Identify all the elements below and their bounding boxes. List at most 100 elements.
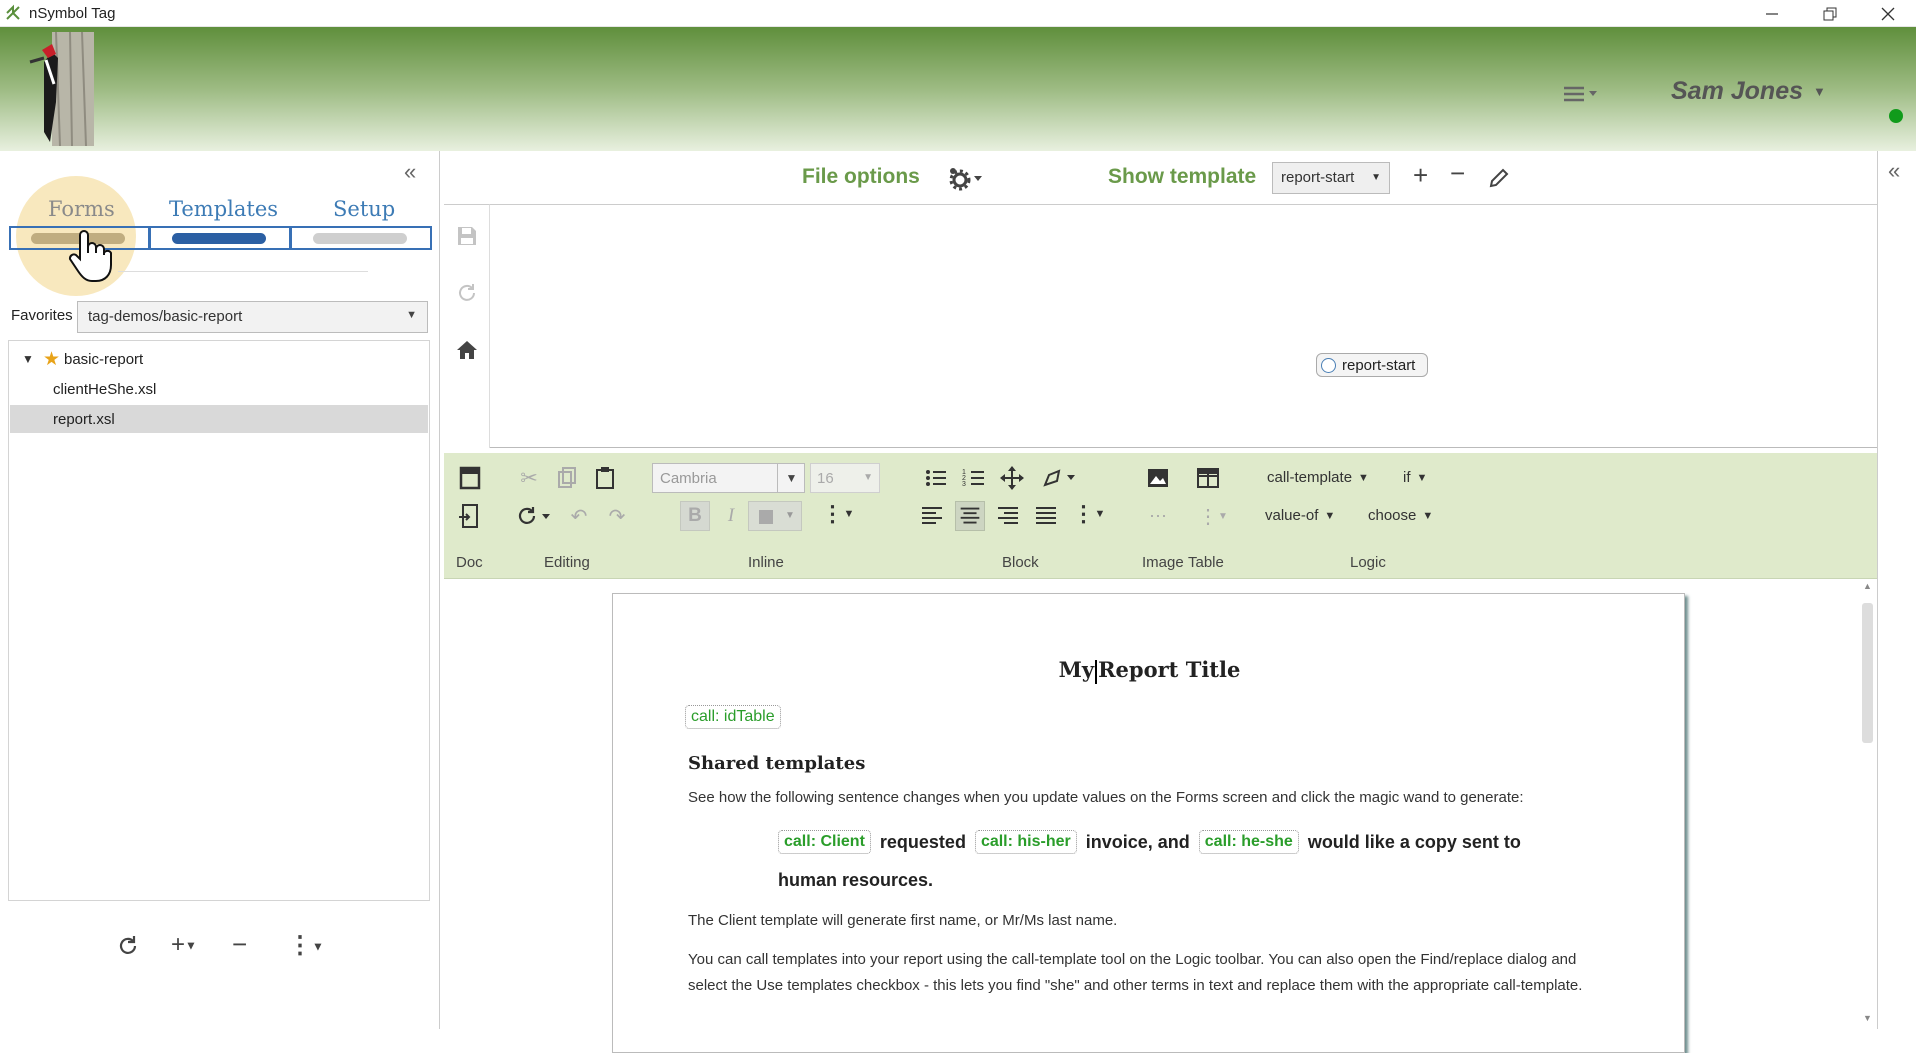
copy-icon[interactable]	[552, 463, 582, 493]
paste-icon[interactable]	[590, 463, 620, 493]
paragraph-1: See how the following sentence changes w…	[688, 789, 1524, 806]
chevron-down-icon: ▼	[185, 938, 197, 953]
add-template-button[interactable]: +	[1413, 160, 1428, 191]
chevron-down-icon: ▼	[1416, 471, 1428, 484]
svg-text:3: 3	[962, 481, 966, 488]
inline-more-icon[interactable]: ⋮ ▼	[818, 499, 858, 529]
right-collapsed-panel: «	[1877, 151, 1916, 1029]
tree-item-file-selected[interactable]: report.xsl	[10, 405, 428, 433]
word-invoice: invoice, and	[1085, 831, 1190, 852]
close-button[interactable]	[1864, 0, 1912, 27]
if-dropdown[interactable]: if ▼	[1403, 469, 1427, 486]
color-swatch	[759, 510, 773, 524]
call-template-dropdown[interactable]: call-template ▼	[1267, 469, 1369, 486]
call-he-she[interactable]: call: he-she	[1198, 830, 1299, 854]
numbered-list-icon[interactable]: 123	[959, 463, 989, 493]
home-icon[interactable]	[455, 339, 479, 361]
tab-templates[interactable]: Templates	[169, 197, 278, 221]
vertical-scrollbar[interactable]: ▲ ▼	[1858, 581, 1877, 1029]
file-options-label[interactable]: File options	[802, 165, 920, 189]
file-options-bar: File options Show template report-start …	[444, 151, 1877, 204]
block-more-icon[interactable]: ⋮ ▼	[1069, 499, 1109, 529]
insert-image-icon[interactable]	[1143, 463, 1173, 493]
italic-button[interactable]: I	[716, 501, 746, 531]
image-more-icon[interactable]: ⋯	[1143, 501, 1173, 531]
choose-dropdown[interactable]: choose ▼	[1368, 507, 1433, 524]
export-document-icon[interactable]	[455, 501, 485, 531]
align-left-icon[interactable]	[917, 501, 947, 531]
font-size-select[interactable]: 16 ▼	[810, 463, 880, 493]
table-more-icon[interactable]: ⋮ ▼	[1193, 501, 1233, 531]
tab-setup[interactable]: Setup	[333, 197, 395, 221]
bullet-list-icon[interactable]	[921, 463, 951, 493]
redo-icon[interactable]: ↷	[602, 501, 632, 531]
align-right-icon[interactable]	[993, 501, 1023, 531]
scrollbar-thumb[interactable]	[1862, 603, 1873, 743]
chevron-down-icon: ▼	[1813, 84, 1826, 99]
scroll-up-icon[interactable]: ▲	[1863, 581, 1872, 591]
call-client[interactable]: call: Client	[778, 830, 871, 854]
collapse-left-icon[interactable]: «	[404, 159, 416, 185]
report-title[interactable]: My Report Title	[613, 657, 1686, 684]
pen-tool-icon[interactable]	[1039, 463, 1079, 493]
chevron-down-icon: ▼	[406, 309, 417, 321]
settings-gear-icon[interactable]	[946, 165, 984, 191]
undo-icon[interactable]: ↶	[564, 501, 594, 531]
text-color-button[interactable]: ▼	[748, 501, 802, 531]
insert-table-icon[interactable]	[1193, 463, 1223, 493]
minimize-button[interactable]	[1748, 0, 1796, 27]
add-button[interactable]: +▼	[171, 931, 197, 959]
document-view-icon[interactable]	[455, 463, 485, 493]
reload-icon[interactable]	[456, 282, 478, 304]
document-editor: My Report Title call: idTable Shared temp…	[444, 581, 1877, 1053]
scroll-down-icon[interactable]: ▼	[1863, 1013, 1872, 1023]
tree-item-label: report.xsl	[53, 410, 115, 428]
tab-templates-pill	[172, 233, 266, 244]
tab-setup-indicator[interactable]	[290, 226, 432, 250]
move-block-icon[interactable]	[997, 463, 1027, 493]
cut-icon[interactable]: ✂	[514, 463, 544, 493]
radio-icon[interactable]	[1321, 357, 1336, 373]
remove-button[interactable]: −	[232, 929, 247, 960]
favorites-value: tag-demos/basic-report	[88, 308, 243, 325]
paragraph-3b: select the Use templates checkbox - this…	[688, 977, 1583, 994]
restore-button[interactable]	[1806, 0, 1854, 27]
title-bar: nSymbol Tag	[0, 0, 1916, 27]
tree-item-file[interactable]: clientHeShe.xsl	[10, 375, 428, 403]
call-idtable[interactable]: call: idTable	[685, 705, 781, 729]
favorites-select[interactable]: tag-demos/basic-report ▼	[77, 301, 428, 333]
close-icon	[1881, 7, 1895, 20]
report-start-chip[interactable]: report-start	[1316, 353, 1428, 377]
save-icon[interactable]	[456, 225, 478, 247]
call-his-her[interactable]: call: his-her	[974, 830, 1077, 854]
find-replace-icon[interactable]	[512, 501, 554, 531]
tab-templates-indicator[interactable]	[149, 226, 291, 250]
hamburger-menu-icon[interactable]	[1560, 80, 1600, 108]
user-menu[interactable]: Sam Jones ▼	[1671, 77, 1826, 106]
group-label-table: Table	[1188, 554, 1224, 571]
group-label-logic: Logic	[1350, 554, 1386, 571]
value-of-label: value-of	[1265, 507, 1319, 524]
tree-item-label: clientHeShe.xsl	[53, 380, 157, 398]
font-family-select[interactable]: Cambria ▼	[652, 463, 805, 493]
group-label-editing: Editing	[544, 554, 590, 571]
document-page[interactable]: My Report Title call: idTable Shared temp…	[612, 593, 1685, 1053]
word-requested: requested	[879, 831, 966, 852]
tree-item-folder[interactable]: ▼ ★ basic-report	[10, 345, 428, 373]
more-options-button[interactable]: ⋮▼	[288, 931, 324, 960]
tab-forms[interactable]: Forms	[48, 197, 115, 221]
align-center-icon[interactable]	[955, 501, 985, 531]
justify-icon[interactable]	[1031, 501, 1061, 531]
bold-button[interactable]: B	[680, 501, 710, 531]
value-of-dropdown[interactable]: value-of ▼	[1265, 507, 1335, 524]
main-area: File options Show template report-start …	[444, 151, 1877, 1053]
shared-templates-heading: Shared templates	[688, 753, 866, 774]
remove-template-button[interactable]: −	[1450, 158, 1465, 189]
refresh-icon[interactable]	[115, 933, 141, 959]
chevron-down-icon: ▼	[1094, 508, 1106, 520]
title-part-1: My	[1058, 657, 1095, 682]
template-select[interactable]: report-start ▼	[1272, 162, 1390, 194]
expand-triangle-icon[interactable]: ▼	[22, 352, 34, 366]
edit-pencil-icon[interactable]	[1488, 167, 1510, 189]
expand-right-icon[interactable]: «	[1888, 158, 1900, 184]
